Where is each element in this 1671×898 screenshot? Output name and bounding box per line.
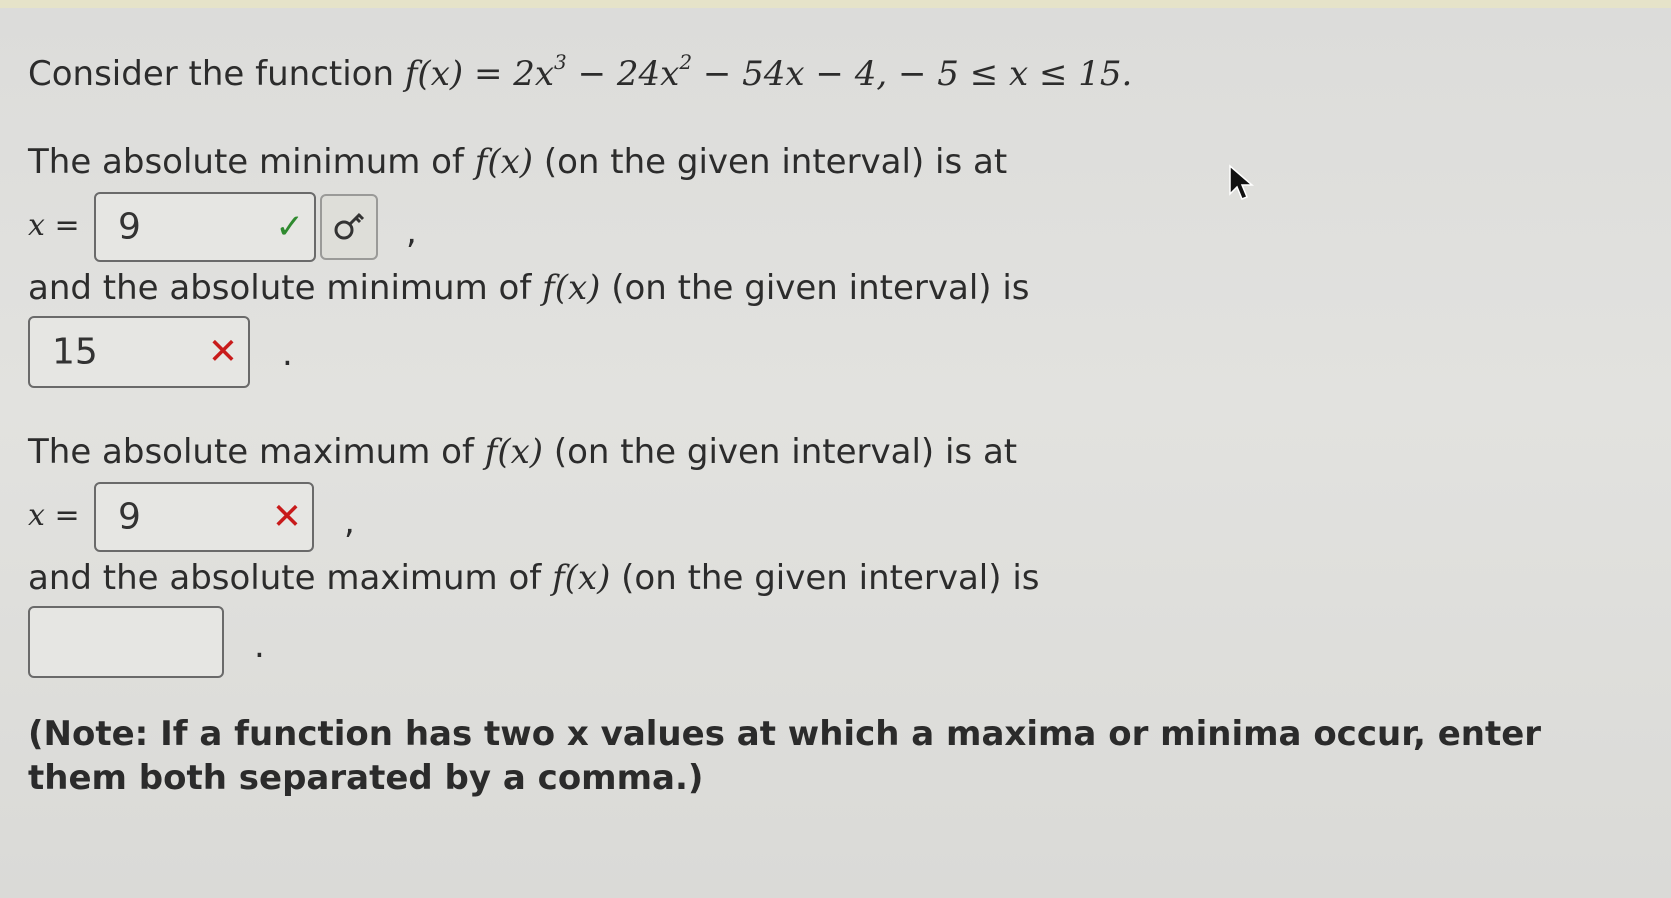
q1-x-var: x bbox=[28, 208, 45, 243]
q2-text-before: and the absolute minimum of bbox=[28, 268, 543, 308]
cross-icon: ✕ bbox=[271, 496, 302, 538]
q4-text-after: (on the given interval) is bbox=[610, 558, 1040, 598]
q3-comma: , bbox=[344, 502, 355, 542]
q1-answer-value: 9 bbox=[118, 206, 141, 248]
q1-fx: f(x) bbox=[474, 142, 534, 182]
function-statement: Consider the function f(x) = 2x3 − 24x2 … bbox=[28, 52, 1132, 96]
question-page: Consider the function f(x) = 2x3 − 24x2 … bbox=[0, 0, 1671, 898]
function-expression: f(x) = 2x3 − 24x2 − 54x − 4, − 5 ≤ x ≤ 1… bbox=[404, 52, 1133, 94]
q1-answer-field[interactable]: 9 ✓ bbox=[94, 192, 316, 262]
q3-text-before: The absolute maximum of bbox=[28, 432, 485, 472]
q3-answer-field[interactable]: 9 ✕ bbox=[94, 482, 314, 552]
q3-text-after: (on the given interval) is at bbox=[543, 432, 1018, 472]
function-part-1: f(x) = 2x bbox=[404, 54, 555, 94]
intro-prefix: Consider the function bbox=[28, 54, 405, 94]
q2-prompt: and the absolute minimum of f(x) (on the… bbox=[28, 266, 1030, 310]
q2-answer-field[interactable]: 15 ✕ bbox=[28, 316, 250, 388]
key-button[interactable] bbox=[320, 194, 378, 260]
exponent-3: 3 bbox=[554, 50, 567, 74]
q2-fx: f(x) bbox=[542, 268, 601, 308]
q2-text-after: (on the given interval) is bbox=[600, 268, 1030, 308]
exponent-2: 2 bbox=[679, 50, 693, 74]
q1-comma: , bbox=[406, 212, 417, 252]
q1-prompt: The absolute minimum of f(x) (on the giv… bbox=[28, 140, 1007, 184]
key-icon bbox=[334, 212, 365, 240]
function-part-2: − 24x bbox=[566, 54, 680, 94]
q4-answer-field[interactable] bbox=[28, 606, 224, 678]
checkmark-icon: ✓ bbox=[275, 207, 305, 247]
q4-fx: f(x) bbox=[552, 558, 611, 598]
q2-answer-value: 15 bbox=[52, 331, 98, 373]
q4-text-before: and the absolute maximum of bbox=[28, 558, 553, 598]
q4-prompt: and the absolute maximum of f(x) (on the… bbox=[28, 556, 1039, 600]
q4-period: . bbox=[254, 626, 265, 666]
q1-text-after: (on the given interval) is at bbox=[533, 142, 1008, 182]
q1-text-before: The absolute minimum of bbox=[28, 142, 475, 182]
q3-equals: = bbox=[44, 498, 80, 533]
cross-icon: ✕ bbox=[207, 331, 238, 373]
q3-x-label: x = bbox=[28, 496, 80, 536]
q3-answer-value: 9 bbox=[118, 496, 141, 538]
q2-period: . bbox=[282, 334, 293, 374]
q1-x-label: x = bbox=[28, 206, 80, 246]
q3-prompt: The absolute maximum of f(x) (on the giv… bbox=[28, 430, 1017, 474]
function-part-3: − 54x − 4, − 5 ≤ x ≤ 15. bbox=[692, 54, 1133, 94]
q3-x-var: x bbox=[28, 498, 45, 533]
q1-equals: = bbox=[44, 208, 80, 243]
mouse-pointer-icon bbox=[1229, 164, 1255, 200]
note-text: (Note: If a function has two x values at… bbox=[28, 714, 1542, 798]
q3-fx: f(x) bbox=[484, 432, 544, 472]
top-strip bbox=[0, 0, 1671, 8]
